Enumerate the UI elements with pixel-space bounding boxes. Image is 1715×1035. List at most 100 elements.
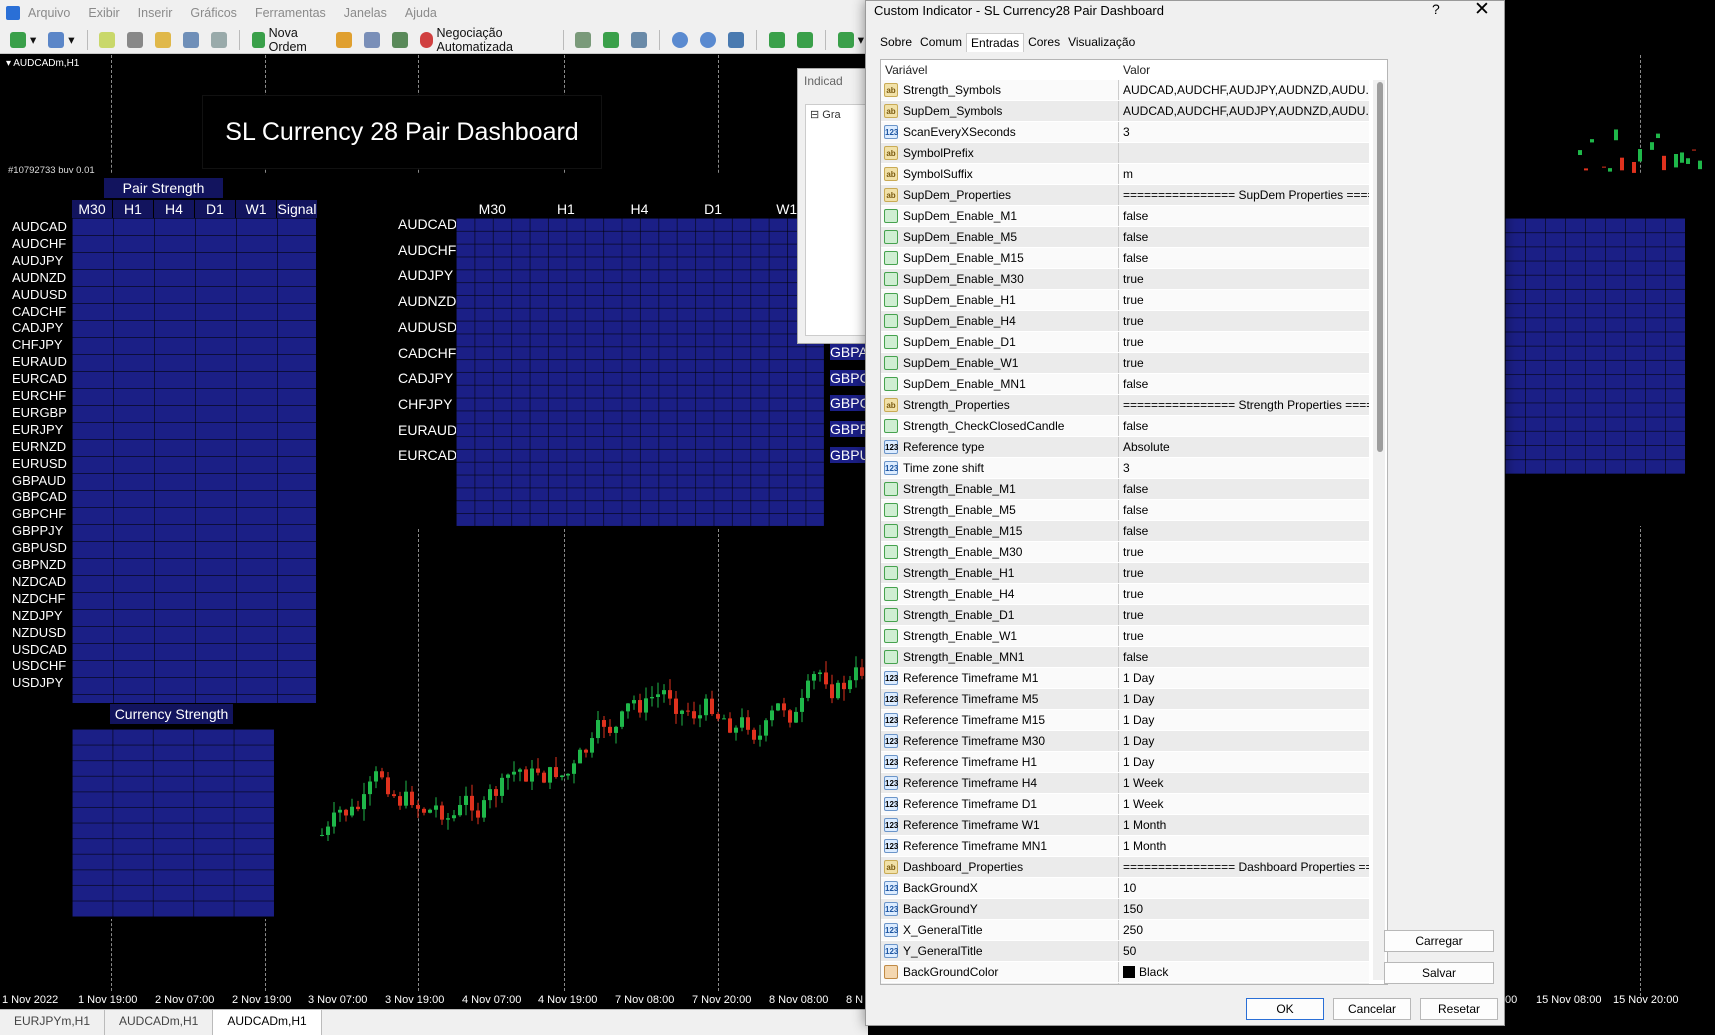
input-row[interactable]: SupDem_Enable_H1 true [881, 290, 1369, 311]
input-row[interactable]: Strength_Enable_H1 true [881, 563, 1369, 584]
input-row[interactable]: Strength_Enable_M15 false [881, 521, 1369, 542]
chart-tab[interactable]: EURJPYm,H1 [0, 1010, 106, 1035]
indicators-tree-item[interactable]: ⊟ Gra [810, 108, 841, 121]
value-cell[interactable]: false [1119, 248, 1369, 268]
value-cell[interactable]: true [1119, 542, 1369, 562]
data-window-button[interactable] [151, 29, 175, 51]
input-row[interactable]: ab SymbolSuffix m [881, 164, 1369, 185]
value-cell[interactable]: true [1119, 584, 1369, 604]
input-row[interactable]: 123 Reference Timeframe M1 1 Day [881, 668, 1369, 689]
input-row[interactable]: SupDem_Enable_D1 true [881, 332, 1369, 353]
menu-ajuda[interactable]: Ajuda [405, 6, 437, 20]
value-cell[interactable]: 1 Week [1119, 794, 1369, 814]
value-cell[interactable]: true [1119, 332, 1369, 352]
tile-windows-button[interactable] [724, 29, 748, 51]
value-cell[interactable]: false [1119, 416, 1369, 436]
input-row[interactable]: SupDem_Enable_M15 false [881, 248, 1369, 269]
value-cell[interactable]: true [1119, 353, 1369, 373]
menu-inserir[interactable]: Inserir [138, 6, 173, 20]
input-row[interactable]: ab SupDem_Properties ================ SupD… [881, 185, 1369, 206]
value-cell[interactable] [1119, 143, 1369, 163]
input-row[interactable]: Strength_CheckClosedCandle false [881, 416, 1369, 437]
input-row[interactable]: 123 ScanEveryXSeconds 3 [881, 122, 1369, 143]
input-row[interactable]: Strength_Enable_M30 true [881, 542, 1369, 563]
candle-chart-button[interactable] [599, 29, 623, 51]
value-cell[interactable]: 1 Day [1119, 689, 1369, 709]
input-row[interactable]: SupDem_Enable_MN1 false [881, 374, 1369, 395]
value-cell[interactable]: 1 Month [1119, 815, 1369, 835]
value-cell[interactable]: Black [1119, 962, 1369, 982]
value-cell[interactable]: AUDCAD,AUDCHF,AUDJPY,AUDNZD,AUDU... [1119, 80, 1369, 100]
value-cell[interactable]: 50 [1119, 941, 1369, 961]
value-cell[interactable]: 150 [1119, 899, 1369, 919]
value-cell[interactable]: ================ SupDem Properties =====… [1119, 185, 1369, 205]
input-row[interactable]: 123 Reference Timeframe M5 1 Day [881, 689, 1369, 710]
input-row[interactable]: 123 Reference Timeframe M30 1 Day [881, 731, 1369, 752]
value-cell[interactable]: true [1119, 311, 1369, 331]
input-row[interactable]: SupDem_Enable_M1 false [881, 206, 1369, 227]
input-row[interactable]: SupDem_Enable_M30 true [881, 269, 1369, 290]
indicators-button[interactable]: ▾ [834, 29, 868, 51]
meta-editor-button[interactable] [332, 29, 356, 51]
value-cell[interactable]: false [1119, 521, 1369, 541]
input-row[interactable]: Strength_Enable_D1 true [881, 605, 1369, 626]
tab-sobre[interactable]: Sobre [876, 33, 916, 52]
help-button[interactable]: ? [1432, 1, 1440, 17]
input-row[interactable]: 123 Reference Timeframe W1 1 Month [881, 815, 1369, 836]
autoscroll-button[interactable] [765, 29, 789, 51]
menu-arquivo[interactable]: Arquivo [28, 6, 70, 20]
input-row[interactable]: ab Strength_Symbols AUDCAD,AUDCHF,AUDJPY,A… [881, 80, 1369, 101]
navigator-button[interactable] [123, 29, 147, 51]
input-row[interactable]: SupDem_Enable_M5 false [881, 227, 1369, 248]
value-cell[interactable]: false [1119, 500, 1369, 520]
input-row[interactable]: SupDem_Enable_H4 true [881, 311, 1369, 332]
value-cell[interactable]: ================ Strength Properties ===… [1119, 395, 1369, 415]
value-cell[interactable]: 80 [1119, 983, 1369, 984]
input-row[interactable]: 123 Reference Timeframe D1 1 Week [881, 794, 1369, 815]
value-cell[interactable]: true [1119, 269, 1369, 289]
input-row[interactable]: 123 BackGroundY 150 [881, 899, 1369, 920]
value-cell[interactable]: false [1119, 374, 1369, 394]
ok-button[interactable]: OK [1246, 998, 1324, 1020]
input-row[interactable]: ab Dashboard_Properties ================ D… [881, 857, 1369, 878]
value-cell[interactable]: ================ Dashboard Properties ==… [1119, 857, 1369, 877]
value-cell[interactable]: 1 Day [1119, 752, 1369, 772]
tester-button[interactable] [207, 29, 231, 51]
input-row[interactable]: 123 Reference Timeframe M15 1 Day [881, 710, 1369, 731]
input-row[interactable]: 123 X_GeneralTitle 250 [881, 920, 1369, 941]
value-cell[interactable]: true [1119, 626, 1369, 646]
input-row[interactable]: 123 BackGroundX 10 [881, 878, 1369, 899]
tab-cores[interactable]: Cores [1024, 33, 1064, 52]
input-row[interactable]: ab Strength_Properties ================ St… [881, 395, 1369, 416]
input-row[interactable]: 123 Reference Timeframe H4 1 Week [881, 773, 1369, 794]
value-cell[interactable]: false [1119, 647, 1369, 667]
input-row[interactable]: ab SymbolPrefix [881, 143, 1369, 164]
value-cell[interactable]: 1 Month [1119, 836, 1369, 856]
signals-button[interactable] [360, 29, 384, 51]
value-cell[interactable]: 1 Day [1119, 668, 1369, 688]
new-chart-button[interactable]: ▾ [6, 29, 40, 51]
tab-visualizacao[interactable]: Visualização [1064, 33, 1139, 52]
reset-button[interactable]: Resetar [1420, 998, 1498, 1020]
chart-shift-button[interactable] [793, 29, 817, 51]
market-button[interactable] [388, 29, 412, 51]
tab-entradas[interactable]: Entradas [966, 33, 1025, 52]
input-row[interactable]: 123 Reference type Absolute [881, 437, 1369, 458]
value-cell[interactable]: false [1119, 479, 1369, 499]
save-button[interactable]: Salvar [1384, 962, 1494, 984]
menu-exibir[interactable]: Exibir [88, 6, 119, 20]
menu-ferramentas[interactable]: Ferramentas [255, 6, 326, 20]
value-cell[interactable]: 1 Day [1119, 710, 1369, 730]
input-row[interactable]: BackGroundColor Black [881, 962, 1369, 983]
zoom-in-button[interactable] [668, 29, 692, 51]
market-watch-button[interactable] [95, 29, 119, 51]
profiles-button[interactable]: ▾ [44, 29, 78, 51]
load-button[interactable]: Carregar [1384, 930, 1494, 952]
input-row[interactable]: Strength_Enable_W1 true [881, 626, 1369, 647]
input-row[interactable]: 123CellHeight_GeneralTitle80 [881, 983, 1369, 984]
input-row[interactable]: Strength_Enable_H4 true [881, 584, 1369, 605]
value-cell[interactable]: true [1119, 605, 1369, 625]
value-cell[interactable]: 3 [1119, 122, 1369, 142]
close-button[interactable]: ✕ [1474, 0, 1490, 21]
value-cell[interactable]: false [1119, 227, 1369, 247]
